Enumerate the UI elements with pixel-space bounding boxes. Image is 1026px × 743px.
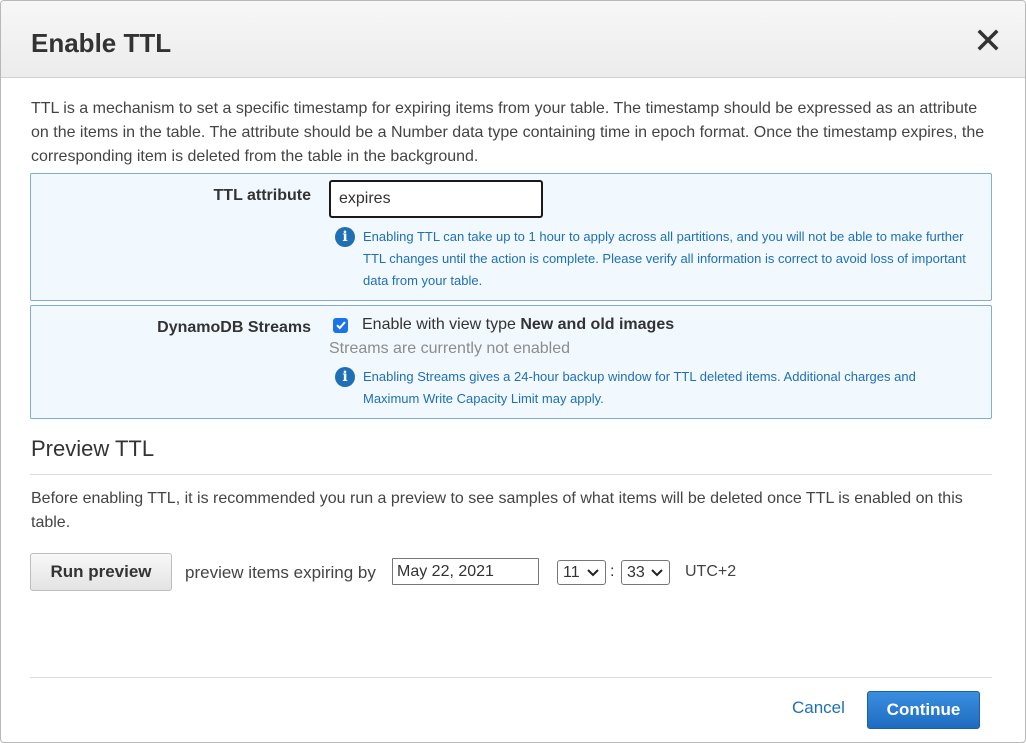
streams-view-type: New and old images bbox=[520, 316, 675, 333]
checkmark-icon bbox=[335, 321, 346, 330]
preview-ttl-title: Preview TTL bbox=[31, 436, 155, 461]
streams-info-message: i Enabling Streams gives a 24-hour backu… bbox=[335, 366, 975, 410]
ttl-info-message: i Enabling TTL can take up to 1 hour to … bbox=[335, 226, 975, 292]
time-separator: : bbox=[610, 563, 615, 580]
preview-description: Before enabling TTL, it is recommended y… bbox=[31, 490, 963, 531]
close-icon bbox=[977, 29, 999, 51]
run-preview-button[interactable]: Run preview bbox=[30, 553, 172, 591]
streams-checkbox-prefix: Enable with view type bbox=[362, 316, 521, 333]
info-icon: i bbox=[335, 367, 355, 387]
streams-status: Streams are currently not enabled bbox=[329, 340, 571, 357]
cancel-button[interactable]: Cancel bbox=[792, 698, 845, 718]
enable-ttl-dialog: Enable TTL TTL is a mechanism to set a s… bbox=[0, 0, 1026, 743]
expiring-label: preview items expiring by bbox=[185, 563, 376, 582]
hour-select[interactable]: 11 bbox=[557, 560, 606, 585]
ttl-attribute-label: TTL attribute bbox=[213, 187, 311, 204]
chevron-down-icon bbox=[587, 569, 599, 577]
dynamodb-streams-panel: DynamoDB Streams Enable with view type N… bbox=[30, 305, 992, 419]
streams-checkbox-row[interactable]: Enable with view type New and old images bbox=[333, 316, 674, 334]
continue-button[interactable]: Continue bbox=[867, 691, 980, 729]
streams-checkbox[interactable] bbox=[333, 317, 348, 333]
hour-value: 11 bbox=[563, 563, 580, 581]
chevron-down-icon bbox=[651, 569, 663, 577]
minute-value: 33 bbox=[627, 563, 645, 581]
footer-divider bbox=[30, 677, 992, 678]
streams-info-text: Enabling Streams gives a 24-hour backup … bbox=[363, 369, 916, 406]
dialog-title: Enable TTL bbox=[31, 28, 172, 58]
divider bbox=[30, 474, 992, 475]
dialog-header: Enable TTL bbox=[1, 1, 1025, 78]
streams-label: DynamoDB Streams bbox=[157, 319, 311, 336]
expiry-date-input[interactable] bbox=[392, 558, 539, 585]
ttl-attribute-input[interactable] bbox=[329, 180, 543, 218]
ttl-attribute-panel: TTL attribute i Enabling TTL can take up… bbox=[30, 173, 992, 301]
ttl-info-text: Enabling TTL can take up to 1 hour to ap… bbox=[363, 229, 966, 288]
info-icon: i bbox=[335, 227, 355, 247]
timezone-label: UTC+2 bbox=[685, 563, 737, 580]
streams-checkbox-label: Enable with view type New and old images bbox=[362, 316, 674, 334]
minute-select[interactable]: 33 bbox=[621, 560, 670, 585]
close-button[interactable] bbox=[973, 25, 1003, 55]
dialog-description: TTL is a mechanism to set a specific tim… bbox=[31, 100, 985, 165]
